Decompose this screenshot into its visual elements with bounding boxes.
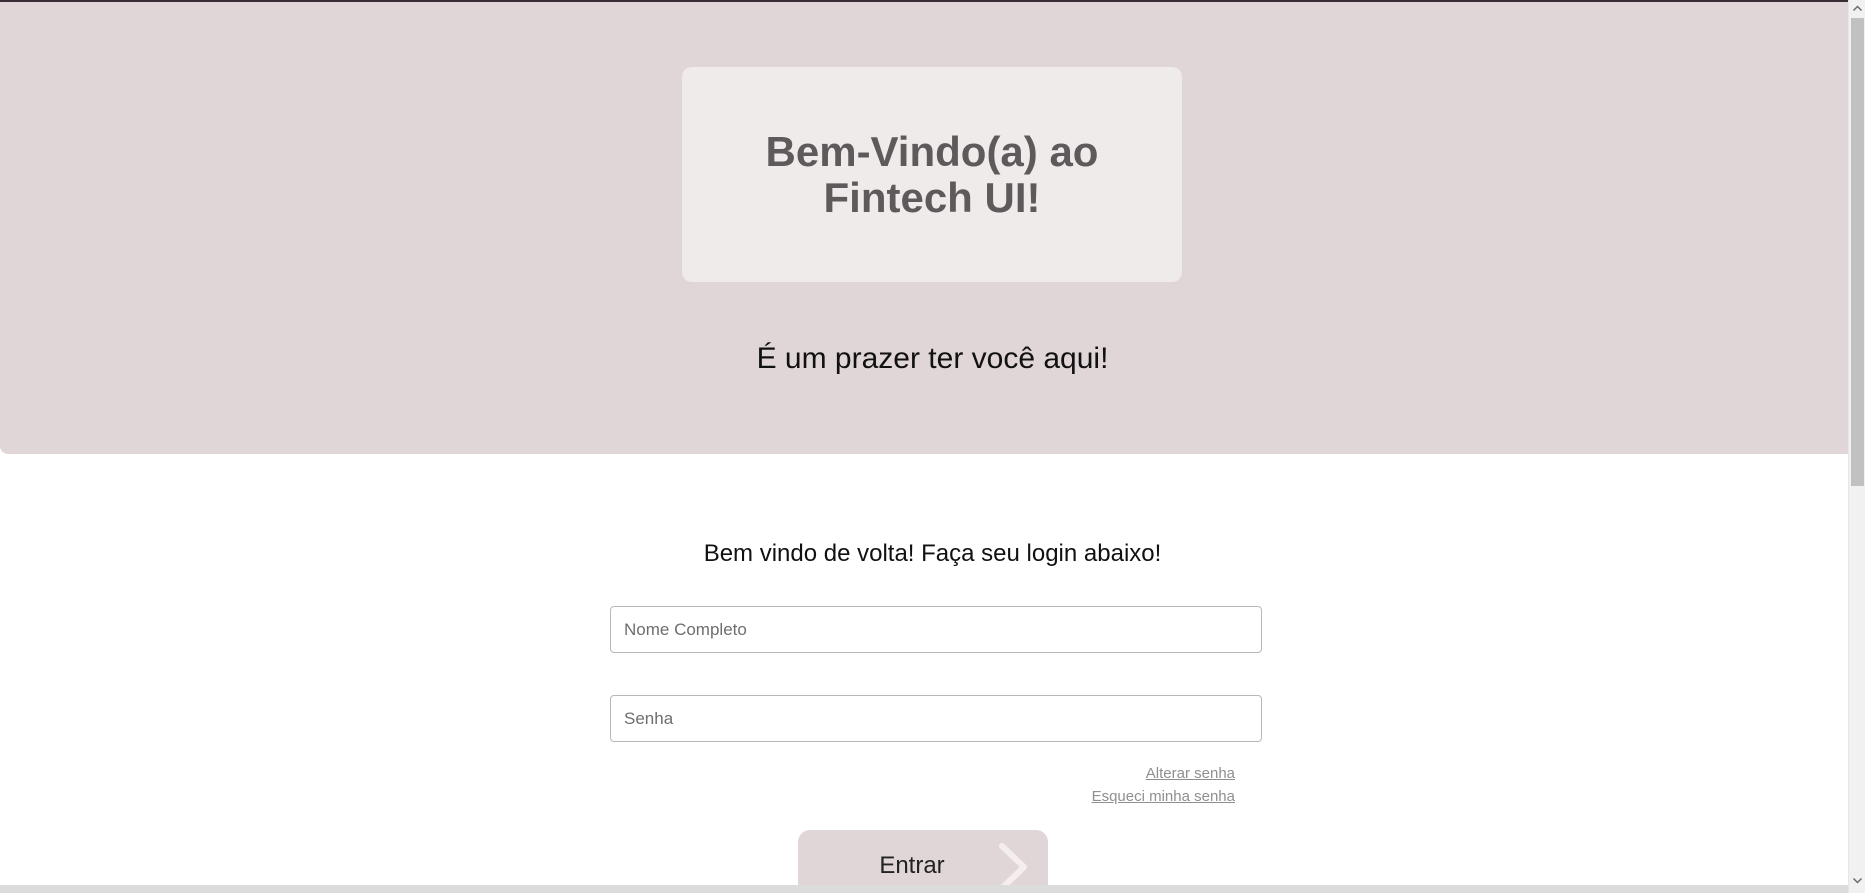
hero-banner: Bem-Vindo(a) ao Fintech UI! É um prazer … xyxy=(0,2,1848,454)
forgot-password-link[interactable]: Esqueci minha senha xyxy=(1092,788,1235,805)
welcome-subtitle: É um prazer ter você aqui! xyxy=(756,342,1109,375)
welcome-card: Bem-Vindo(a) ao Fintech UI! xyxy=(682,67,1182,282)
scroll-down-icon[interactable] xyxy=(1852,875,1863,886)
password-input[interactable] xyxy=(610,695,1262,742)
login-button-label: Entrar xyxy=(879,852,945,879)
horizontal-scrollbar[interactable] xyxy=(0,885,1848,893)
welcome-title: Bem-Vindo(a) ao Fintech UI! xyxy=(765,127,1099,221)
change-password-link[interactable]: Alterar senha xyxy=(1146,765,1235,782)
vertical-scrollbar[interactable] xyxy=(1848,0,1865,893)
scrollbar-thumb[interactable] xyxy=(1851,18,1864,486)
login-heading: Bem vindo de volta! Faça seu login abaix… xyxy=(703,540,1162,567)
login-button[interactable]: Entrar xyxy=(798,830,1048,893)
page: Bem-Vindo(a) ao Fintech UI! É um prazer … xyxy=(0,0,1865,893)
scroll-up-icon[interactable] xyxy=(1852,3,1863,14)
full-name-input[interactable] xyxy=(610,606,1262,653)
